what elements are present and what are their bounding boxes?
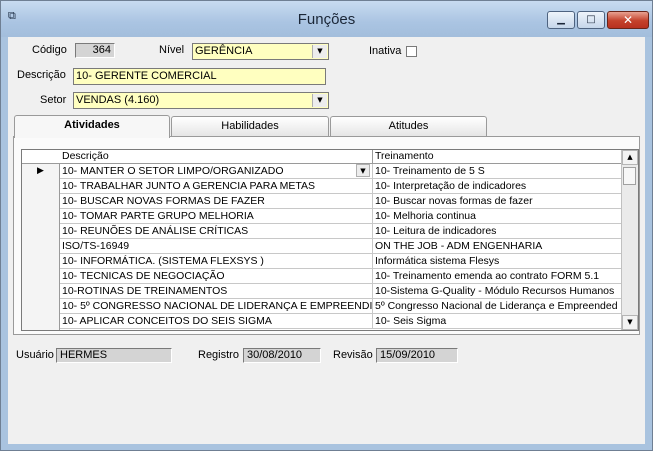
- table-row[interactable]: 10- BUSCAR NOVAS FORMAS DE FAZER 10- Busc…: [60, 194, 623, 209]
- cell-treinamento[interactable]: 10- Treinamento emenda ao contrato FORM …: [373, 269, 623, 283]
- cell-treinamento[interactable]: 10- Melhoria continua: [373, 209, 623, 223]
- cell-treinamento[interactable]: 10-Sistema G-Quality - Módulo Recursos H…: [373, 284, 623, 298]
- cell-descricao[interactable]: 10- MANTER O SETOR LIMPO/ORGANIZADO: [60, 164, 373, 178]
- codigo-label: Código: [32, 44, 67, 56]
- table-row[interactable]: 10- TRABALHAR JUNTO A GERENCIA PARA META…: [60, 179, 623, 194]
- cell-treinamento[interactable]: 10- Buscar novas formas de fazer: [373, 194, 623, 208]
- grid-header: Descrição Treinamento: [22, 150, 623, 164]
- codigo-field: 364: [75, 43, 115, 58]
- title-bar[interactable]: ⧉ Funções ▁ □ ✕: [1, 1, 652, 37]
- table-row[interactable]: 10-ROTINAS DE TREINAMENTOS 10-Sistema G-Q…: [60, 284, 623, 299]
- funcoes-window: ⧉ Funções ▁ □ ✕ Código 364 Nível GERÊNCI…: [0, 0, 653, 451]
- cell-treinamento[interactable]: 10- Leitura de indicadores: [373, 224, 623, 238]
- form-client-area: Código 364 Nível GERÊNCIA ▼ Inativa Desc…: [8, 37, 645, 444]
- scroll-thumb[interactable]: [623, 167, 636, 185]
- revisao-label: Revisão: [333, 349, 373, 361]
- nivel-dropdown[interactable]: GERÊNCIA ▼: [192, 43, 329, 60]
- cell-descricao[interactable]: 10- TOMAR PARTE GRUPO MELHORIA: [60, 209, 373, 223]
- chevron-down-icon[interactable]: ▼: [312, 45, 327, 58]
- tab-habilidades[interactable]: Habilidades: [171, 116, 329, 137]
- cell-descricao[interactable]: 10- REUNÕES DE ANÁLISE CRÍTICAS: [60, 224, 373, 238]
- cell-treinamento[interactable]: 10- Treinamento de 5 S: [373, 164, 623, 178]
- setor-dropdown[interactable]: VENDAS (4.160) ▼: [73, 92, 329, 109]
- inativa-label: Inativa: [369, 45, 402, 57]
- cell-treinamento[interactable]: 10- Seis Sigma: [373, 314, 623, 328]
- table-row[interactable]: 10- TOMAR PARTE GRUPO MELHORIA 10- Melhor…: [60, 209, 623, 224]
- current-row-indicator-icon: ▶: [37, 166, 44, 176]
- tab-atitudes[interactable]: Atitudes: [330, 116, 487, 137]
- cell-descricao[interactable]: 10- BUSCAR NOVAS FORMAS DE FAZER: [60, 194, 373, 208]
- cell-treinamento[interactable]: 10- Interpretação de indicadores: [373, 179, 623, 193]
- table-row[interactable]: ISO/TS-16949 ON THE JOB - ADM ENGENHARIA: [60, 239, 623, 254]
- tab-atividades[interactable]: Atividades: [14, 115, 170, 138]
- scroll-up-icon[interactable]: ▲: [622, 150, 638, 165]
- usuario-field: HERMES: [56, 348, 172, 363]
- cell-descricao[interactable]: 10- INFORMÁTICA. (SISTEMA FLEXSYS ): [60, 254, 373, 268]
- atividades-grid[interactable]: Descrição Treinamento ▶ 10- MANTER O SETO…: [21, 149, 639, 331]
- cell-descricao[interactable]: 10-ROTINAS DE TREINAMENTOS: [60, 284, 373, 298]
- descricao-input[interactable]: 10- GERENTE COMERCIAL: [73, 68, 326, 85]
- cell-treinamento[interactable]: 5º Congresso Nacional de Liderança e Emp…: [373, 299, 623, 313]
- chevron-down-icon[interactable]: ▼: [312, 94, 327, 107]
- cell-descricao[interactable]: 10- TECNICAS DE NEGOCIAÇÃO: [60, 269, 373, 283]
- descricao-label: Descrição: [17, 69, 66, 81]
- chevron-down-icon[interactable]: ▼: [356, 164, 370, 177]
- table-row[interactable]: 10- TECNICAS DE NEGOCIAÇÃO 10- Treinament…: [60, 269, 623, 284]
- cell-treinamento[interactable]: ON THE JOB - ADM ENGENHARIA: [373, 239, 623, 253]
- inativa-checkbox[interactable]: [406, 46, 417, 57]
- cell-descricao[interactable]: ISO/TS-16949: [60, 239, 373, 253]
- cell-descricao[interactable]: 10- TRABALHAR JUNTO A GERENCIA PARA META…: [60, 179, 373, 193]
- table-row[interactable]: 10- APLICAR CONCEITOS DO SEIS SIGMA 10- S…: [60, 314, 623, 329]
- nivel-value: GERÊNCIA: [195, 45, 253, 57]
- grid-vertical-scrollbar[interactable]: ▲ ▼: [621, 150, 638, 330]
- table-row[interactable]: 10- MANTER O SETOR LIMPO/ORGANIZADO ▼ 10- …: [60, 164, 623, 179]
- registro-label: Registro: [198, 349, 239, 361]
- nivel-label: Nível: [159, 44, 185, 56]
- revisao-field: 15/09/2010: [376, 348, 458, 363]
- registro-field: 30/08/2010: [243, 348, 321, 363]
- cell-descricao[interactable]: 10- 5º CONGRESSO NACIONAL DE LIDERANÇA E…: [60, 299, 373, 313]
- table-row[interactable]: 10- INFORMÁTICA. (SISTEMA FLEXSYS ) Infor…: [60, 254, 623, 269]
- cell-descricao[interactable]: 10- APLICAR CONCEITOS DO SEIS SIGMA: [60, 314, 373, 328]
- close-button[interactable]: ✕: [607, 11, 649, 29]
- table-row[interactable]: 10- 5º CONGRESSO NACIONAL DE LIDERANÇA E…: [60, 299, 623, 314]
- column-header-treinamento[interactable]: Treinamento: [373, 150, 623, 163]
- setor-label: Setor: [40, 94, 67, 106]
- scroll-down-icon[interactable]: ▼: [622, 315, 638, 330]
- setor-value: VENDAS (4.160): [76, 94, 160, 106]
- maximize-button[interactable]: □: [577, 11, 605, 29]
- minimize-button[interactable]: ▁: [547, 11, 575, 29]
- table-row[interactable]: 10- REUNÕES DE ANÁLISE CRÍTICAS 10- Leitu…: [60, 224, 623, 239]
- column-header-descricao[interactable]: Descrição: [60, 150, 373, 163]
- usuario-label: Usuário: [16, 349, 54, 361]
- cell-treinamento[interactable]: Informática sistema Flesys: [373, 254, 623, 268]
